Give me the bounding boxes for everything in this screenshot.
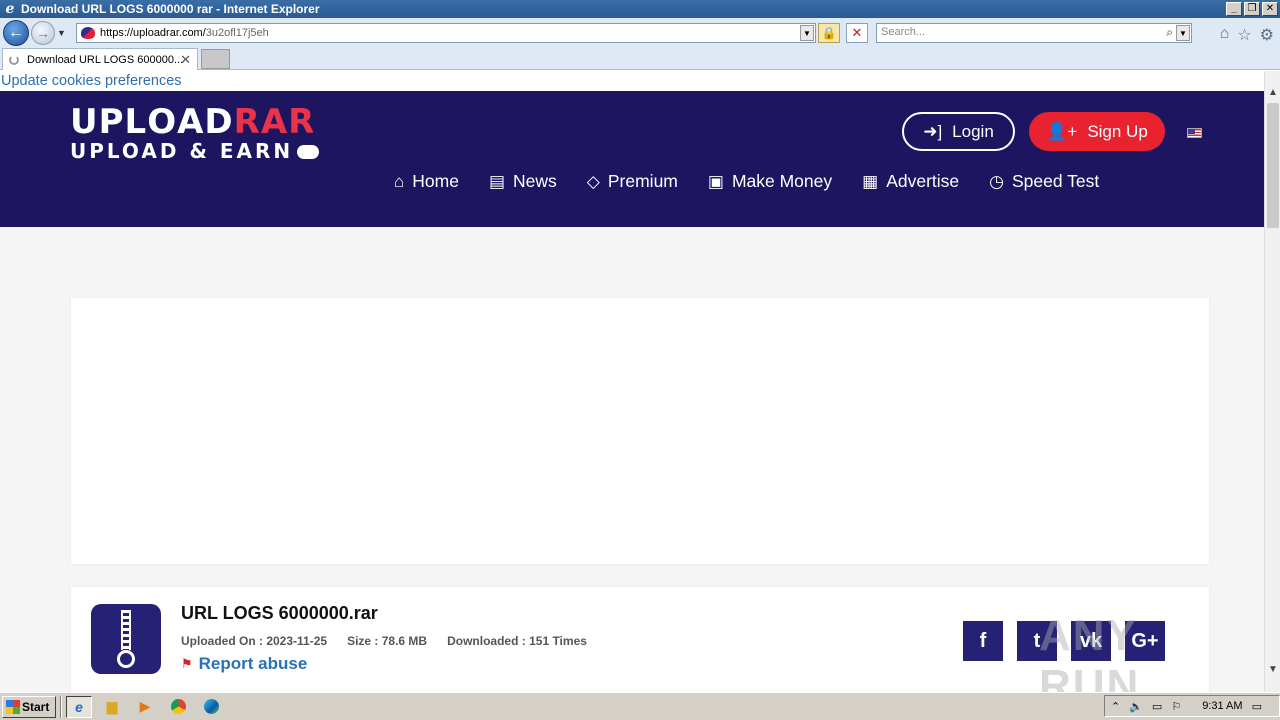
site-header: UPLΟADRAR UPLOAD & EARN ➜] Login 👤+ Sign… <box>0 91 1264 227</box>
ie-logo-icon: e <box>5 1 15 17</box>
scrollbar-thumb[interactable] <box>1267 103 1279 228</box>
user-plus-icon: 👤+ <box>1046 121 1078 141</box>
nav-make-money-label: Make Money <box>731 171 833 191</box>
windows-logo-icon <box>6 699 20 714</box>
main-nav: ⌂ Home ▤ News ◇ Premium ▣ Make Money ▦ Advert… <box>394 171 1099 192</box>
report-abuse-label: Report abuse <box>198 654 308 673</box>
home-icon: ⌂ <box>394 171 405 191</box>
taskbar-edge-icon[interactable] <box>198 696 224 718</box>
uploadrar-logo[interactable]: UPLΟADRAR UPLOAD & EARN <box>70 102 320 163</box>
cookies-preferences-link[interactable]: Update cookies preferences <box>0 71 1264 91</box>
file-meta: Uploaded On : 2023-11-25 Size : 78.6 MB … <box>181 634 587 648</box>
scroll-down-icon[interactable]: ▼ <box>1267 664 1279 678</box>
minimize-button[interactable]: _ <box>1226 2 1242 16</box>
loading-spinner-icon <box>9 54 19 65</box>
volume-icon[interactable]: 🔈 <box>1129 700 1143 713</box>
page-viewport: Update cookies preferences UPLΟADRAR UPL… <box>0 71 1264 692</box>
gear-icon[interactable]: ⚙ <box>1260 25 1274 45</box>
uploaded-on: Uploaded On : 2023-11-25 <box>181 634 328 648</box>
login-label: Login <box>952 121 994 141</box>
stop-button[interactable]: ✕ <box>846 23 868 43</box>
nav-make-money[interactable]: ▣ Make Money <box>708 171 832 192</box>
start-label: Start <box>22 699 50 714</box>
nav-home[interactable]: ⌂ Home <box>394 171 459 192</box>
action-center-flag-icon[interactable]: ⚐ <box>1171 700 1181 713</box>
taskbar-explorer-icon[interactable]: ▆ <box>99 696 125 718</box>
ad-icon: ▦ <box>862 171 879 191</box>
url-path: 3u2ofl17j5eh <box>205 27 269 39</box>
diamond-icon: ◇ <box>586 171 600 191</box>
page-scrollbar[interactable]: ▲ ▼ <box>1264 71 1280 692</box>
taskbar-media-player-icon[interactable]: ▶ <box>132 696 158 718</box>
search-dropdown-icon[interactable]: ▼ <box>1176 25 1190 41</box>
tray-expand-icon[interactable]: ⌃ <box>1111 700 1120 713</box>
nav-news-label: News <box>513 171 557 191</box>
taskbar-chrome-icon[interactable] <box>165 696 191 718</box>
new-tab-button[interactable] <box>201 49 230 69</box>
history-dropdown-icon[interactable]: ▼ <box>57 28 67 38</box>
logo-text-rar: RAR <box>233 102 316 142</box>
scroll-up-icon[interactable]: ▲ <box>1267 87 1279 101</box>
file-name: URL LOGS 6000000.rar <box>181 603 378 623</box>
cloud-icon <box>297 145 320 159</box>
browser-tab[interactable]: Download URL LOGS 600000... ✕ <box>2 48 198 70</box>
nav-speed-test-label: Speed Test <box>1012 171 1100 191</box>
flag-icon: ⚑ <box>181 656 193 671</box>
newspaper-icon: ▤ <box>488 171 506 191</box>
login-button[interactable]: ➜] Login <box>902 112 1015 151</box>
url-host: https://uploadrar.com/ <box>100 27 206 39</box>
browser-toolbar: ← → ▼ https://uploadrar.com/3u2ofl17j5eh… <box>0 18 1280 48</box>
nav-news[interactable]: ▤ News <box>489 171 557 192</box>
tab-close-icon[interactable]: ✕ <box>180 52 191 68</box>
back-button[interactable]: ← <box>3 20 29 46</box>
nav-home-label: Home <box>412 171 459 191</box>
nav-premium-label: Premium <box>607 171 678 191</box>
nav-advertise-label: Advertise <box>886 171 960 191</box>
logo-tagline: UPLOAD & EARN <box>70 139 294 163</box>
address-bar[interactable]: https://uploadrar.com/3u2ofl17j5eh ▼ <box>76 23 816 43</box>
sign-in-icon: ➜] <box>923 121 943 141</box>
nav-advertise[interactable]: ▦ Advertise <box>862 171 959 192</box>
nav-speed-test[interactable]: ◷ Speed Test <box>989 171 1099 192</box>
favorites-star-icon[interactable]: ☆ <box>1237 25 1251 45</box>
archive-zip-icon <box>91 604 161 674</box>
logo-text-b: ΟAD <box>147 102 234 142</box>
clock-icon: ◷ <box>989 171 1004 191</box>
home-icon[interactable]: ⌂ <box>1220 25 1230 45</box>
tab-title: Download URL LOGS 600000... <box>27 53 184 66</box>
ad-placeholder <box>71 298 1209 564</box>
taskbar: Start e ▆ ▶ ⌃ 🔈 ▭ ⚐ 9:31 AM ▭ <box>0 692 1280 720</box>
tab-strip: Download URL LOGS 600000... ✕ <box>0 48 1280 70</box>
site-favicon-icon <box>81 27 95 39</box>
anyrun-watermark: ANY RUN <box>1039 611 1141 692</box>
logo-text-a: UPL <box>70 102 148 142</box>
search-placeholder: Search... <box>881 26 926 38</box>
file-card: URL LOGS 6000000.rar Uploaded On : 2023-… <box>71 587 1209 692</box>
us-flag-icon[interactable] <box>1187 128 1202 138</box>
signup-label: Sign Up <box>1087 121 1148 141</box>
close-button[interactable]: ✕ <box>1262 2 1278 16</box>
search-icon[interactable]: ⌕ <box>1166 25 1173 40</box>
money-icon: ▣ <box>707 171 724 191</box>
network-icon[interactable]: ▭ <box>1152 700 1162 713</box>
signup-button[interactable]: 👤+ Sign Up <box>1029 112 1165 151</box>
nav-premium[interactable]: ◇ Premium <box>587 171 678 192</box>
taskbar-ie-icon[interactable]: e <box>66 695 92 718</box>
restore-button[interactable]: ❐ <box>1244 2 1260 16</box>
facebook-share-button[interactable]: f <box>963 621 1003 661</box>
download-count: Downloaded : 151 Times <box>447 634 587 648</box>
window-title: Download URL LOGS 6000000 rar - Internet… <box>21 2 320 16</box>
system-tray: ⌃ 🔈 ▭ ⚐ 9:31 AM ▭ <box>1104 695 1280 717</box>
report-abuse-link[interactable]: ⚑ Report abuse <box>181 654 307 674</box>
clock[interactable]: 9:31 AM <box>1202 700 1242 712</box>
lock-icon[interactable]: 🔒 <box>818 23 840 43</box>
forward-button[interactable]: → <box>31 21 55 45</box>
address-dropdown-icon[interactable]: ▼ <box>800 25 814 41</box>
start-button[interactable]: Start <box>2 695 56 718</box>
file-size: Size : 78.6 MB <box>347 634 428 648</box>
show-desktop-icon[interactable]: ▭ <box>1252 700 1262 713</box>
window-titlebar: e Download URL LOGS 6000000 rar - Intern… <box>0 0 1280 18</box>
search-input[interactable]: Search... ⌕ ▼ <box>876 23 1192 43</box>
